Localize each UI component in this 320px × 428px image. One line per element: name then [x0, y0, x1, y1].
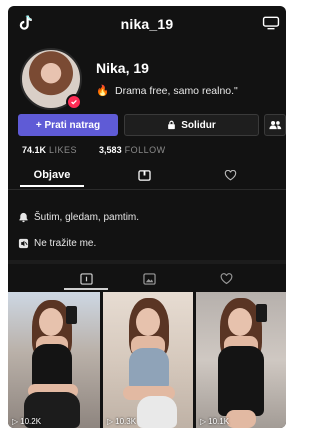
image-icon [142, 273, 156, 285]
profile-username: nika_19 [120, 16, 174, 32]
tab-posts-label: Objave [33, 169, 71, 181]
section-divider [8, 260, 286, 264]
display-name: Nika, 19 [96, 60, 149, 76]
check-badge-icon [66, 94, 82, 110]
bell-icon [19, 212, 28, 223]
profile-actions: + Prati natrag Solidur [18, 114, 286, 136]
view-count: ▷ 10.3K [107, 417, 137, 426]
video-thumbnail[interactable]: ▷ 10.2K [8, 292, 100, 428]
box-icon [137, 169, 151, 181]
status-line-1: Šutim, gledam, pamtim. [18, 212, 139, 223]
play-icon: ▷ [12, 417, 19, 426]
content-tabs [8, 268, 286, 290]
videos-icon [79, 273, 93, 285]
add-friends-button[interactable] [264, 114, 286, 136]
status-text-1: Šutim, gledam, pamtim. [34, 212, 140, 223]
view-count: ▷ 10.1K [200, 417, 230, 426]
heart-icon [220, 273, 232, 285]
video-thumbnail[interactable]: ▷ 10.1K [196, 292, 286, 428]
video-thumbnail[interactable]: ▷ 10.3K [103, 292, 193, 428]
tab-posts[interactable]: Objave [20, 164, 84, 186]
view-count: ▷ 10.2K [12, 417, 42, 426]
follow-label: FOLLOW [124, 145, 166, 155]
tab-videos[interactable] [66, 270, 106, 288]
mute-icon [18, 238, 29, 249]
follow-count[interactable]: 3,583 [99, 145, 122, 155]
play-icon: ▷ [107, 417, 114, 426]
heart-outline-icon [224, 169, 236, 180]
content-tab-indicator [64, 288, 108, 290]
tab-liked[interactable] [208, 164, 252, 186]
tab-favorites[interactable] [206, 270, 246, 288]
likes-label: LIKES [49, 145, 78, 155]
tabs-divider [8, 189, 286, 190]
add-friends-icon [268, 120, 281, 130]
follow-back-button[interactable]: + Prati natrag [18, 114, 118, 136]
top-bar: nika_19 [8, 6, 286, 40]
profile-stats: 74.1K LIKES 3,583 FOLLOW [22, 145, 166, 155]
profile-screen: nika_19 Nika, 19 🔥 Drama free, samo real… [8, 6, 286, 428]
status-line-2: Ne tražite me. [18, 238, 96, 249]
lock-icon [168, 120, 176, 130]
subscribe-label: Solidur [181, 119, 216, 131]
play-icon: ▷ [200, 417, 207, 426]
active-tab-indicator [20, 185, 84, 187]
tab-box[interactable] [122, 164, 166, 186]
video-grid: ▷ 10.2K ▷ 10.3K ▷ 10.1K [8, 292, 286, 428]
status-text-2: Ne tražite me. [34, 238, 97, 249]
bio: 🔥 Drama free, samo realno." [96, 84, 238, 97]
profile-tabs: Objave [8, 164, 286, 187]
subscribe-button[interactable]: Solidur [124, 114, 259, 136]
bio-text: Drama free, samo realno." [115, 85, 238, 97]
tv-icon[interactable] [262, 16, 280, 30]
fire-icon: 🔥 [96, 85, 110, 97]
tab-images[interactable] [129, 270, 169, 288]
likes-count: 74.1K [22, 145, 47, 155]
follow-back-label: + Prati natrag [35, 119, 101, 131]
